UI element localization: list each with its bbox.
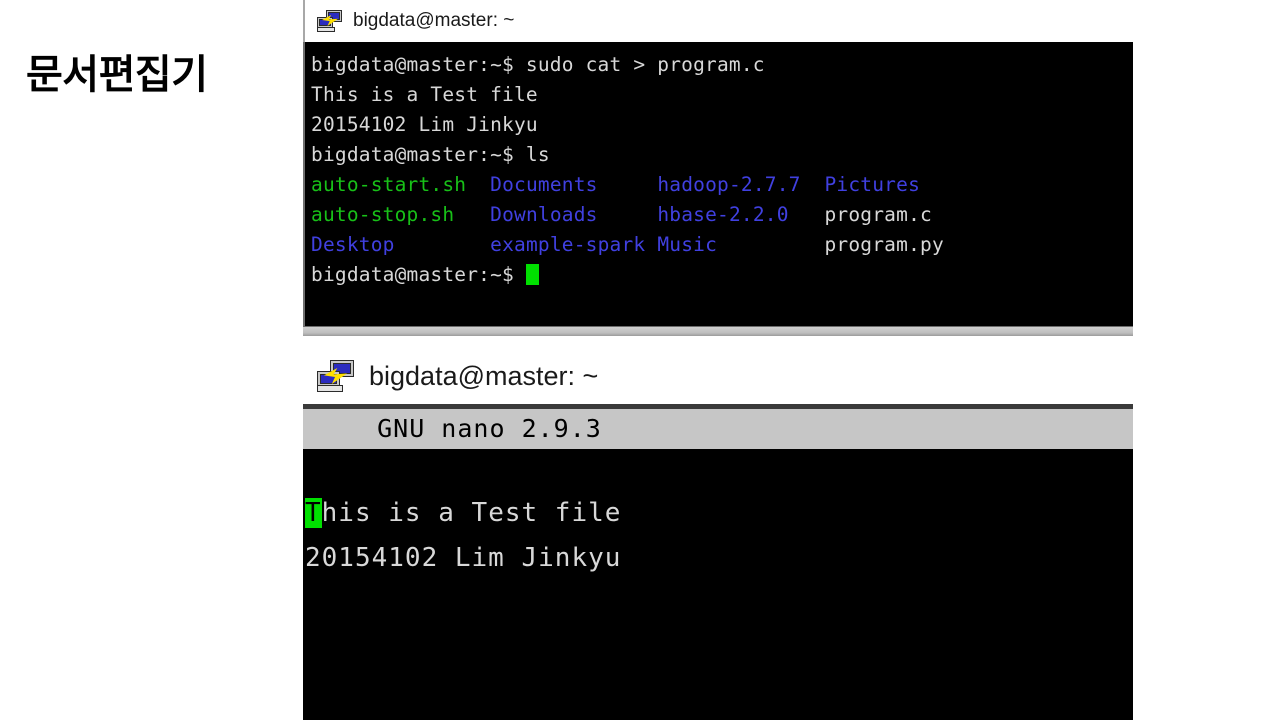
terminal-text: Documents [490,173,646,196]
terminal-line: auto-start.sh Documents hadoop-2.7.7 Pic… [311,170,1133,200]
terminal-line: This is a Test file [311,80,1133,110]
terminal-text: bigdata@master:~$ [311,263,526,286]
window-title-top: bigdata@master: ~ [353,10,515,31]
terminal-text: Desktop [311,233,467,256]
terminal-window-nano: bigdata@master: ~ GNU nano 2.9.3 This is… [303,348,1133,720]
terminal-text: bigdata@master:~$ ls [311,143,550,166]
terminal-text: Pictures [824,173,921,196]
terminal-text: program.py [824,233,944,256]
nano-editor-buffer[interactable]: This is a Test file 20154102 Lim Jinkyu [303,449,1133,720]
terminal-text: auto-start.sh [311,173,467,196]
terminal-line: bigdata@master:~$ ls [311,140,1133,170]
terminal-text: program.c [824,203,932,226]
terminal-line: Desktop example-spark Music program.py [311,230,1133,260]
nano-text: his is a Test file [321,498,622,528]
terminal-text: example-spark [490,233,646,256]
page-title: 문서편집기 [26,52,208,98]
terminal-line: bigdata@master:~$ [311,260,1133,290]
putty-icon [317,359,355,393]
nano-line: 20154102 Lim Jinkyu [305,536,1133,581]
terminal-cursor [525,264,539,285]
nano-line: This is a Test file [305,491,1133,536]
window-title-nano: bigdata@master: ~ [369,360,599,391]
putty-icon [317,9,343,33]
window-titlebar-top[interactable]: bigdata@master: ~ [303,0,1133,42]
terminal-text: This is a Test file [311,83,538,106]
window-titlebar-nano[interactable]: bigdata@master: ~ [303,348,1133,404]
screenshot-root: 문서편집기 bigdata@master: ~ bigdata@master:~… [0,0,1280,720]
window-bottom-strip-top[interactable] [303,326,1133,336]
nano-text: 20154102 Lim Jinkyu [305,543,622,573]
terminal-text: Downloads [490,203,646,226]
terminal-text: bigdata@master:~$ sudo cat > program.c [311,53,765,76]
terminal-text: auto-stop.sh [311,203,467,226]
terminal-line: 20154102 Lim Jinkyu [311,110,1133,140]
terminal-output-top[interactable]: bigdata@master:~$ sudo cat > program.c Th… [303,42,1133,326]
terminal-text: hbase-2.2.0 [657,203,801,226]
terminal-line: bigdata@master:~$ sudo cat > program.c [311,50,1133,80]
terminal-window-top: bigdata@master: ~ bigdata@master:~$ sudo… [303,0,1133,336]
terminal-text: 20154102 Lim Jinkyu [311,113,538,136]
terminal-text: hadoop-2.7.7 [657,173,801,196]
terminal-text: Music [657,233,801,256]
terminal-line: auto-stop.sh Downloads hbase-2.2.0 progr… [311,200,1133,230]
nano-titlebar: GNU nano 2.9.3 [303,409,1133,449]
nano-cursor: T [305,498,322,528]
